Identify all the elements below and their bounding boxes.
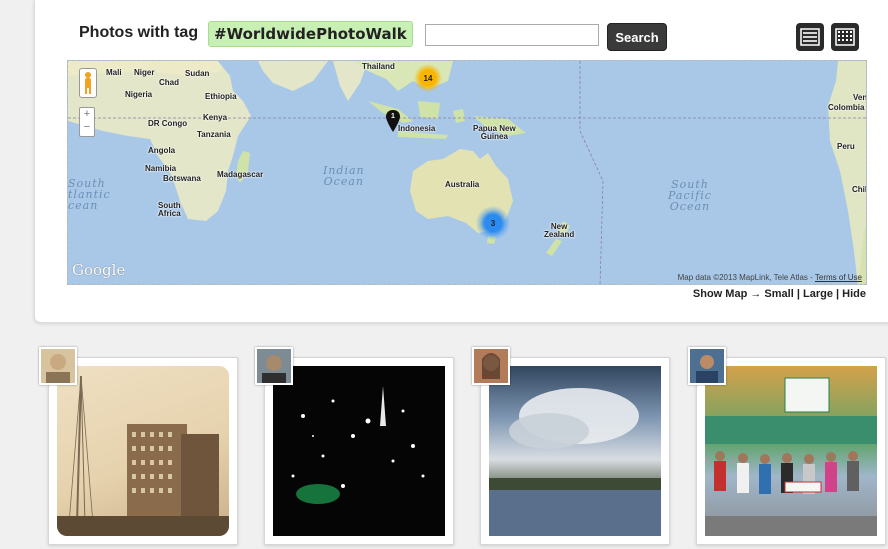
map-label: Chil	[852, 185, 867, 194]
avatar[interactable]	[472, 347, 510, 385]
cluster-count: 14	[423, 73, 433, 83]
grid-view-icon	[835, 28, 855, 46]
list-view-button[interactable]	[796, 23, 824, 51]
map-label: Colombia	[828, 103, 865, 112]
map-tiles	[68, 61, 866, 284]
search-button[interactable]: Search	[607, 23, 667, 51]
map-label: Vene	[853, 93, 867, 102]
map-label: New Zealand	[544, 222, 575, 239]
show-map-label: Show Map →	[692, 288, 762, 300]
map-size-small-link[interactable]: Small	[764, 288, 793, 300]
avatar[interactable]	[688, 347, 726, 385]
map[interactable]: + − Mali Niger Sudan Chad Nigeria Ethiop…	[67, 60, 867, 285]
cluster-count: 3	[490, 218, 496, 228]
user-avatar-image	[482, 353, 500, 379]
map-label: Kenya	[203, 113, 228, 122]
photo-thumbnail[interactable]	[273, 366, 445, 536]
ocean-label: South Pacific Ocean	[668, 178, 712, 213]
map-size-large-link[interactable]: Large	[803, 288, 833, 300]
photo-card[interactable]	[480, 357, 670, 545]
zoom-out-button[interactable]: −	[80, 121, 94, 134]
user-avatar-image	[696, 355, 718, 383]
photo-thumbnail[interactable]	[705, 366, 877, 536]
map-label: Botswana	[163, 174, 201, 183]
map-label: Thailand	[362, 62, 395, 71]
map-label: Madagascar	[217, 170, 264, 179]
map-label: Sudan	[185, 69, 210, 78]
map-label: South Africa	[158, 201, 181, 218]
cluster-count: 1	[391, 112, 395, 120]
map-label: Ethiopia	[205, 92, 237, 101]
photo-image	[705, 377, 877, 536]
list-view-icon	[800, 28, 820, 46]
map-hide-link[interactable]: Hide	[842, 288, 866, 300]
separator: |	[836, 288, 840, 300]
map-label: Peru	[837, 142, 855, 151]
map-label: Indonesia	[398, 124, 436, 133]
search-input[interactable]	[425, 24, 599, 46]
photo-image	[57, 375, 229, 536]
avatar[interactable]	[39, 347, 77, 385]
page-title: Photos with tag	[79, 24, 199, 41]
pegman-control[interactable]	[79, 68, 97, 98]
zoom-in-button[interactable]: +	[80, 108, 94, 121]
zoom-control[interactable]: + −	[79, 107, 95, 137]
ocean-label: Indian Ocean	[323, 164, 365, 188]
terms-of-use-link[interactable]: Terms of Use	[815, 273, 862, 282]
user-avatar-image	[46, 354, 70, 383]
google-logo: Google	[72, 261, 126, 279]
photo-cluster-marker[interactable]: 14	[414, 64, 442, 92]
photo-card[interactable]	[264, 357, 454, 545]
map-data-credit: Map data ©2013 MapLink, Tele Atlas -	[677, 273, 815, 282]
photo-pin-marker[interactable]: 1	[386, 110, 400, 132]
map-label: Nigeria	[125, 90, 153, 99]
photo-thumbnail[interactable]	[57, 366, 229, 536]
ocean-label: South tlantic cean	[68, 177, 111, 212]
avatar[interactable]	[255, 347, 293, 385]
photo-thumbnail[interactable]	[489, 366, 661, 536]
map-label: Chad	[159, 78, 179, 87]
map-label: Australia	[445, 180, 480, 189]
map-label: Angola	[148, 146, 176, 155]
photo-image	[291, 386, 425, 504]
map-label: DR Congo	[148, 119, 188, 128]
grid-view-button[interactable]	[831, 23, 859, 51]
show-map-controls: Show Map → Small | Large | Hide	[693, 288, 866, 300]
map-label: Namibia	[145, 164, 177, 173]
user-avatar-image	[262, 355, 286, 383]
pegman-icon	[85, 72, 91, 94]
map-label: Papua New Guinea	[473, 124, 516, 141]
map-label: Tanzania	[197, 130, 231, 139]
photo-card[interactable]	[48, 357, 238, 545]
photo-card[interactable]	[696, 357, 886, 545]
separator: |	[796, 288, 800, 300]
map-attribution: Map data ©2013 MapLink, Tele Atlas - Ter…	[678, 273, 862, 282]
photo-image	[489, 388, 661, 536]
map-label: Mali	[106, 68, 122, 77]
photo-cluster-marker[interactable]: 3	[476, 206, 510, 240]
map-label: Niger	[134, 68, 155, 77]
tag-label[interactable]: #WorldwidePhotoWalk	[208, 21, 413, 47]
